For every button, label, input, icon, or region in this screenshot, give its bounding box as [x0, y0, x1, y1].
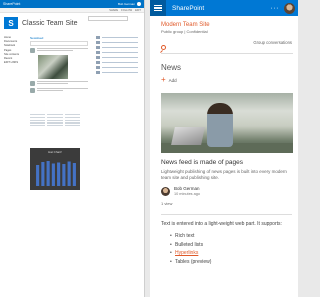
list-item: Rich text: [170, 232, 298, 241]
classic-chart-webpart: Hat Chart!: [30, 148, 80, 190]
chart-bar: [46, 161, 50, 186]
list-item[interactable]: [96, 71, 138, 74]
plus-icon: +: [161, 75, 166, 84]
author-avatar: [161, 186, 170, 196]
classic-feed-item: [30, 88, 88, 93]
feature-list: Rich text Bulleted lists Hyperlinks Tabl…: [170, 232, 298, 266]
classic-edit-button[interactable]: EDIT: [135, 9, 141, 12]
list-item[interactable]: [96, 66, 138, 69]
list-item[interactable]: [96, 36, 138, 39]
text-webpart-body: Text is entered into a light-weight web …: [161, 221, 282, 227]
classic-avatar[interactable]: [137, 2, 141, 6]
list-item: Bulleted lists: [170, 241, 298, 250]
classic-user-name[interactable]: Bob German: [118, 2, 135, 6]
chart-bar: [62, 164, 66, 186]
classic-search-input[interactable]: [88, 16, 128, 21]
add-news-label: Add: [168, 77, 177, 83]
news-section-title: News: [161, 63, 182, 72]
table-row: [30, 125, 80, 127]
classic-site-title[interactable]: Classic Team Site: [22, 20, 78, 27]
site-classification: Public group | Confidential: [161, 29, 208, 34]
classic-follow-button[interactable]: FOLLOW: [121, 9, 132, 12]
modern-site-window: SharePoint ··· Modern Team Site Public g…: [150, 0, 298, 297]
nav-edit-links[interactable]: EDIT LINKS: [4, 61, 24, 65]
news-post-title[interactable]: News feed is made of pages: [161, 159, 292, 166]
view-count: 1 view: [161, 201, 173, 206]
classic-feed-avatar: [30, 88, 35, 93]
news-post-author: Bob German 10 minutes ago: [161, 186, 298, 196]
modern-app-name[interactable]: SharePoint: [172, 5, 271, 12]
classic-feed-item: [30, 48, 88, 53]
modern-search-input[interactable]: [161, 44, 293, 54]
author-name[interactable]: Bob German: [174, 186, 200, 191]
list-item[interactable]: [96, 56, 138, 59]
classic-site-window: SharePoint Bob German SHARE FOLLOW EDIT …: [0, 0, 145, 297]
classic-feed-item: [30, 81, 88, 86]
hyperlink[interactable]: Hyperlinks: [175, 250, 198, 256]
modern-suite-bar: SharePoint ···: [150, 0, 298, 16]
chart-bar: [67, 161, 71, 186]
table-row: [30, 114, 80, 116]
list-item[interactable]: Hyperlinks: [170, 249, 298, 258]
hamburger-menu-icon[interactable]: [150, 0, 166, 16]
more-options-icon[interactable]: ···: [271, 5, 280, 12]
chart-bar: [41, 162, 45, 186]
classic-share-button[interactable]: SHARE: [109, 9, 118, 12]
chart-bar: [57, 162, 61, 186]
table-row: [30, 119, 80, 121]
modern-site-header: Modern Team Site Public group | Confiden…: [150, 16, 298, 34]
classic-quick-launch: Home Documents Notebook Pages Site conte…: [0, 33, 26, 95]
classic-feed-avatar: [30, 48, 35, 53]
chart-bar: [72, 163, 76, 186]
add-news-button[interactable]: + Add: [161, 76, 298, 84]
chart-bar: [36, 165, 40, 186]
classic-document-list: [96, 36, 138, 76]
list-item[interactable]: [96, 46, 138, 49]
classic-user-area[interactable]: Bob German: [118, 2, 141, 6]
news-hero-image[interactable]: [161, 93, 293, 153]
user-avatar[interactable]: [284, 2, 295, 14]
list-item: Tables (preview): [170, 258, 298, 267]
table-row: [30, 116, 80, 119]
list-item[interactable]: [96, 41, 138, 44]
news-post-description: Lightweight publishing of news pages is …: [161, 169, 287, 180]
classic-table-webpart: [30, 114, 80, 128]
list-item[interactable]: [96, 61, 138, 64]
table-row: [30, 122, 80, 124]
section-divider: [161, 214, 292, 215]
classic-suite-bar: SharePoint Bob German: [0, 0, 144, 8]
sharepoint-logo-icon[interactable]: S: [4, 17, 18, 29]
classic-feed-avatar: [30, 81, 35, 86]
bar-chart: [36, 161, 76, 186]
search-icon[interactable]: [161, 45, 166, 50]
post-date: 10 minutes ago: [174, 192, 200, 196]
classic-post-box[interactable]: [30, 41, 88, 46]
classic-app-name[interactable]: SharePoint: [3, 2, 20, 6]
classic-newsfeed-title: Newsfeed: [30, 36, 44, 40]
list-item[interactable]: [96, 51, 138, 54]
modern-site-name[interactable]: Modern Team Site: [161, 22, 298, 28]
chart-title: Hat Chart!: [48, 150, 62, 154]
classic-newsfeed-webpart: Newsfeed: [30, 36, 88, 93]
classic-main-content: Newsfeed: [26, 33, 144, 95]
classic-feed-photo: [38, 55, 68, 79]
chart-bar: [51, 163, 55, 186]
